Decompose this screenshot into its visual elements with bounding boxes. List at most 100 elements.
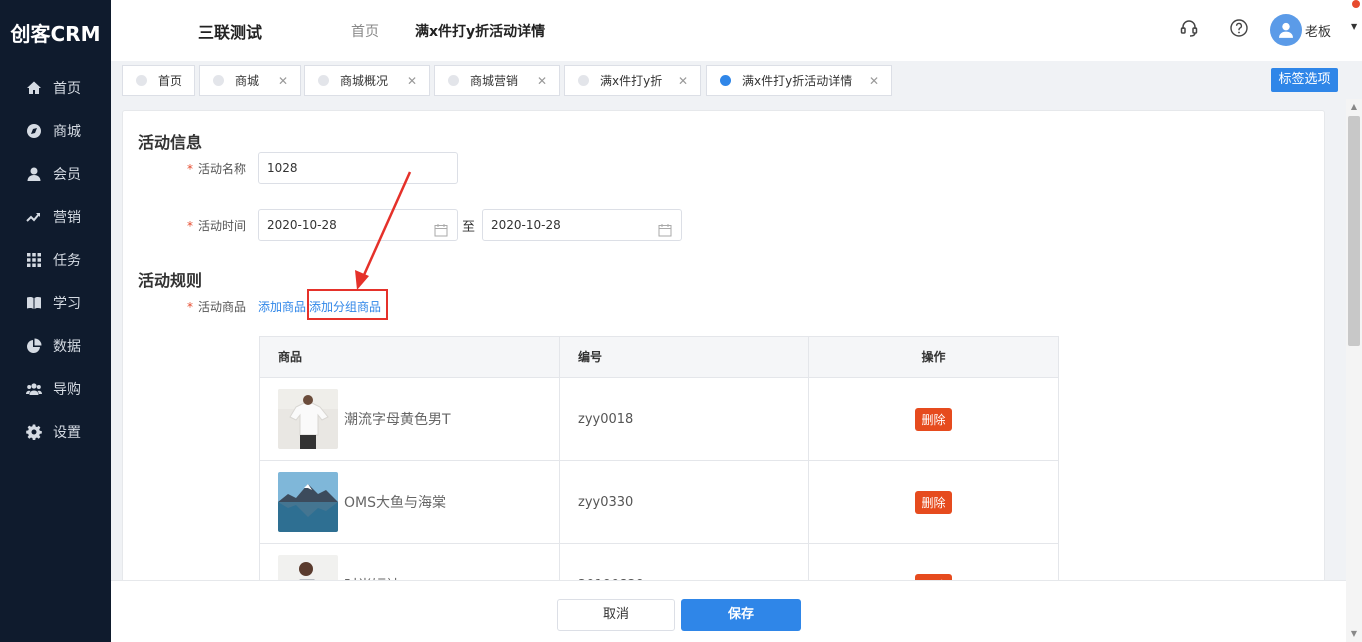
column-header-code: 编号 xyxy=(560,337,809,377)
tab-mall[interactable]: 商城 ✕ xyxy=(199,65,301,96)
app-logo: 创客CRM xyxy=(10,22,101,46)
tab-discount[interactable]: 满x件打y折 ✕ xyxy=(564,65,701,96)
end-date-input[interactable]: 2020-10-28 xyxy=(482,209,682,241)
start-date-input[interactable]: 2020-10-28 xyxy=(258,209,458,241)
scrollbar[interactable]: ▲ ▼ xyxy=(1346,99,1362,642)
sidebar-item-mall[interactable]: 商城 xyxy=(0,109,111,152)
tabs-bar: 首页 商城 ✕ 商城概况 ✕ 商城营销 ✕ 满x件打y折 ✕ 满x件打y折活动详… xyxy=(111,61,1362,99)
sidebar-item-learning[interactable]: 学习 xyxy=(0,281,111,324)
sidebar-item-label: 设置 xyxy=(53,424,81,441)
book-icon xyxy=(26,295,42,311)
label-text: 活动商品 xyxy=(198,300,247,314)
sidebar-item-member[interactable]: 会员 xyxy=(0,152,111,195)
field-label-name: * 活动名称 xyxy=(187,160,246,177)
tab-label: 商城 xyxy=(235,74,260,88)
calendar-icon xyxy=(434,218,448,237)
product-thumbnail xyxy=(278,472,338,532)
caret-down-icon[interactable]: ▼ xyxy=(1351,22,1357,31)
field-label-time: * 活动时间 xyxy=(187,217,246,234)
tab-label: 商城概况 xyxy=(340,74,389,88)
tab-status-dot xyxy=(213,75,224,86)
field-label-products: * 活动商品 xyxy=(187,298,246,315)
action-cell: 删除 xyxy=(809,378,1058,460)
sidebar-item-guide[interactable]: 导购 xyxy=(0,367,111,410)
calendar-icon xyxy=(658,218,672,237)
product-name: 潮流字母黄色男T xyxy=(344,412,451,428)
required-mark: * xyxy=(187,162,193,176)
end-date-value: 2020-10-28 xyxy=(491,218,561,232)
column-header-action: 操作 xyxy=(921,350,946,364)
tab-discount-detail[interactable]: 满x件打y折活动详情 ✕ xyxy=(706,65,892,96)
delete-button[interactable]: 删除 xyxy=(915,407,952,431)
footer-bar: 取消 保存 xyxy=(111,580,1346,642)
section-title-info: 活动信息 xyxy=(138,133,203,152)
tab-mall-overview[interactable]: 商城概况 ✕ xyxy=(304,65,430,96)
close-icon[interactable]: ✕ xyxy=(278,74,288,88)
add-product-link[interactable]: 添加商品 xyxy=(258,298,306,315)
label-text: 活动名称 xyxy=(198,162,247,176)
sidebar-item-label: 学习 xyxy=(53,295,81,312)
delete-button[interactable]: 删除 xyxy=(915,490,952,514)
close-icon[interactable]: ✕ xyxy=(678,74,688,88)
pie-icon xyxy=(26,338,42,354)
tab-label: 商城营销 xyxy=(470,74,519,88)
content-card: 活动信息 * 活动名称 1028 * 活动时间 2020-10-28 至 2020-… xyxy=(122,110,1325,628)
sidebar: 创客CRM 首页 商城 会员 营销 任务 学习 数据 导购 设置 xyxy=(0,0,111,642)
group-icon xyxy=(26,381,42,397)
grid-icon xyxy=(26,252,42,268)
table-row: 潮流字母黄色男T zyy0018 删除 xyxy=(260,378,1058,461)
close-icon[interactable]: ✕ xyxy=(407,74,417,88)
section-title-rules: 活动规则 xyxy=(138,271,203,290)
cancel-button[interactable]: 取消 xyxy=(557,599,675,631)
avatar[interactable] xyxy=(1270,14,1302,46)
table-row: OMS大鱼与海棠 zyy0330 删除 xyxy=(260,461,1058,544)
action-cell: 删除 xyxy=(809,461,1058,543)
sidebar-item-label: 会员 xyxy=(53,166,81,183)
user-name[interactable]: 老板 xyxy=(1305,21,1331,40)
product-thumbnail xyxy=(278,389,338,449)
sidebar-item-settings[interactable]: 设置 xyxy=(0,410,111,453)
top-header: 三联测试 首页 满x件打y折活动详情 老板 ▼ xyxy=(111,0,1362,61)
sidebar-item-label: 首页 xyxy=(53,80,81,97)
tab-label: 满x件打y折活动详情 xyxy=(742,74,853,88)
help-icon[interactable] xyxy=(1229,18,1249,38)
compass-icon xyxy=(26,123,42,139)
tab-label: 首页 xyxy=(158,74,183,88)
scroll-up-arrow-icon[interactable]: ▲ xyxy=(1346,99,1362,115)
close-icon[interactable]: ✕ xyxy=(869,74,879,88)
product-code: zyy0330 xyxy=(560,461,809,543)
sidebar-item-tasks[interactable]: 任务 xyxy=(0,238,111,281)
highlight-annotation xyxy=(307,289,388,320)
column-header-product: 商品 xyxy=(260,337,560,377)
tab-label: 满x件打y折 xyxy=(600,74,663,88)
trend-icon xyxy=(26,209,42,225)
close-icon[interactable]: ✕ xyxy=(537,74,547,88)
tab-status-dot xyxy=(318,75,329,86)
tab-status-dot xyxy=(448,75,459,86)
sidebar-item-marketing[interactable]: 营销 xyxy=(0,195,111,238)
user-icon xyxy=(26,166,42,182)
scrollbar-thumb[interactable] xyxy=(1348,116,1360,346)
home-icon xyxy=(26,80,42,96)
product-cell: 潮流字母黄色男T xyxy=(260,378,560,460)
product-code: zyy0018 xyxy=(560,378,809,460)
brand-name: 三联测试 xyxy=(198,23,263,42)
sidebar-item-home[interactable]: 首页 xyxy=(0,66,111,109)
activity-name-input[interactable]: 1028 xyxy=(258,152,458,184)
start-date-value: 2020-10-28 xyxy=(267,218,337,232)
notification-dot xyxy=(1352,0,1360,8)
tab-home[interactable]: 首页 xyxy=(122,65,195,96)
save-button[interactable]: 保存 xyxy=(681,599,801,631)
sidebar-item-label: 任务 xyxy=(53,252,81,269)
tab-mall-marketing[interactable]: 商城营销 ✕ xyxy=(434,65,560,96)
tab-options-button[interactable]: 标签选项 xyxy=(1271,68,1338,92)
sidebar-item-label: 数据 xyxy=(53,338,81,355)
label-text: 活动时间 xyxy=(198,219,247,233)
tab-status-dot xyxy=(578,75,589,86)
sidebar-item-data[interactable]: 数据 xyxy=(0,324,111,367)
headset-icon[interactable] xyxy=(1179,18,1199,38)
scroll-down-arrow-icon[interactable]: ▼ xyxy=(1346,626,1362,642)
breadcrumb-home[interactable]: 首页 xyxy=(351,21,379,41)
gear-icon xyxy=(26,424,42,440)
required-mark: * xyxy=(187,300,193,314)
